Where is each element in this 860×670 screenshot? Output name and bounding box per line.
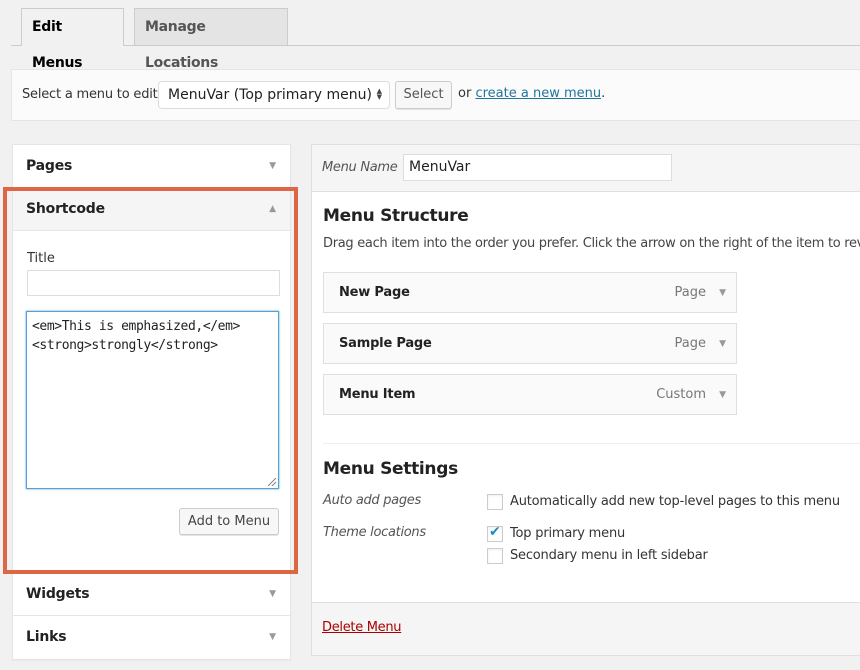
caret-down-icon: ▼ [269,632,276,642]
checkmark-icon: ✔ [489,524,501,540]
caret-down-icon[interactable]: ▼ [719,288,726,298]
menu-item-title: Sample Page [339,336,432,351]
accordion-section-pages[interactable]: Pages ▼ [13,145,290,188]
menu-item-type: Page [674,285,706,300]
select-menu-bar: Select a menu to edit: MenuVar (Top prim… [11,69,860,121]
secondary-menu-checkbox[interactable] [487,548,503,564]
section-title: Pages [26,158,73,174]
shortcode-panel: Title <em>This is emphasized,</em> <stro… [13,231,290,573]
menu-select-value: MenuVar (Top primary menu) [168,87,372,103]
tab-edit-menus[interactable]: Edit Menus [21,8,124,71]
title-label: Title [27,251,55,266]
accordion-section-shortcode[interactable]: Shortcode ▲ [13,188,290,231]
section-title: Widgets [26,586,90,602]
section-divider [323,443,860,444]
create-new-menu-link[interactable]: create a new menu [475,86,601,101]
shortcode-text: <em>This is emphasized,</em> <strong>str… [32,319,240,353]
menu-select-dropdown[interactable]: MenuVar (Top primary menu) ▲ ▼ [158,81,390,109]
select-menu-label: Select a menu to edit: [22,87,162,102]
top-primary-menu-checkbox[interactable]: ✔ [487,524,503,542]
auto-add-pages-label: Auto add pages [323,493,421,508]
menu-name-input[interactable]: MenuVar [403,154,672,181]
section-title: Shortcode [26,201,105,217]
nav-tabs: Edit Menus Manage Locations [0,0,860,71]
select-arrows-icon: ▲ ▼ [376,87,382,101]
menu-item-type: Page [674,336,706,351]
menu-structure-description: Drag each item into the order you prefer… [323,236,860,251]
accordion-section-links[interactable]: Links ▼ [13,616,290,659]
top-primary-menu-label: Top primary menu [510,526,626,541]
caret-down-icon: ▼ [269,589,276,599]
menu-header: Menu Name MenuVar [312,145,860,192]
section-title: Links [26,629,67,645]
menu-item[interactable]: Menu Item Custom ▼ [323,374,737,415]
menu-item[interactable]: New Page Page ▼ [323,272,737,313]
or-text: or [458,86,472,101]
caret-down-icon[interactable]: ▼ [719,390,726,400]
caret-down-icon: ▼ [269,161,276,171]
shortcode-textarea[interactable]: <em>This is emphasized,</em> <strong>str… [26,311,279,489]
menu-editor-panel: Menu Name MenuVar Menu Structure Drag ea… [311,144,860,656]
accordion-section-widgets[interactable]: Widgets ▼ [13,573,290,616]
tab-manage-locations[interactable]: Manage Locations [134,8,288,71]
menu-item-title: Menu Item [339,387,416,402]
menu-item[interactable]: Sample Page Page ▼ [323,323,737,364]
theme-locations-label: Theme locations [323,525,426,540]
create-menu-text: or create a new menu. [458,86,605,101]
menu-footer: Delete Menu [312,602,860,655]
auto-add-pages-option-label: Automatically add new top-level pages to… [510,494,840,509]
caret-down-icon[interactable]: ▼ [719,339,726,349]
caret-up-icon: ▲ [269,204,276,214]
resize-grip-icon[interactable] [268,478,276,486]
menu-settings-title: Menu Settings [323,459,458,479]
select-button[interactable]: Select [395,81,452,109]
secondary-menu-label: Secondary menu in left sidebar [510,548,708,563]
menu-structure-title: Menu Structure [323,206,469,226]
menu-item-type: Custom [656,387,706,402]
period: . [601,86,606,101]
title-input[interactable] [27,270,280,296]
add-to-menu-button[interactable]: Add to Menu [179,508,279,535]
add-menu-items-accordion: Pages ▼ Shortcode ▲ Title <em>This is em… [12,144,291,660]
auto-add-pages-checkbox[interactable] [487,494,503,510]
menu-name-label: Menu Name [322,160,398,175]
menu-item-title: New Page [339,285,410,300]
delete-menu-link[interactable]: Delete Menu [322,620,402,635]
tabs-divider [11,45,860,46]
